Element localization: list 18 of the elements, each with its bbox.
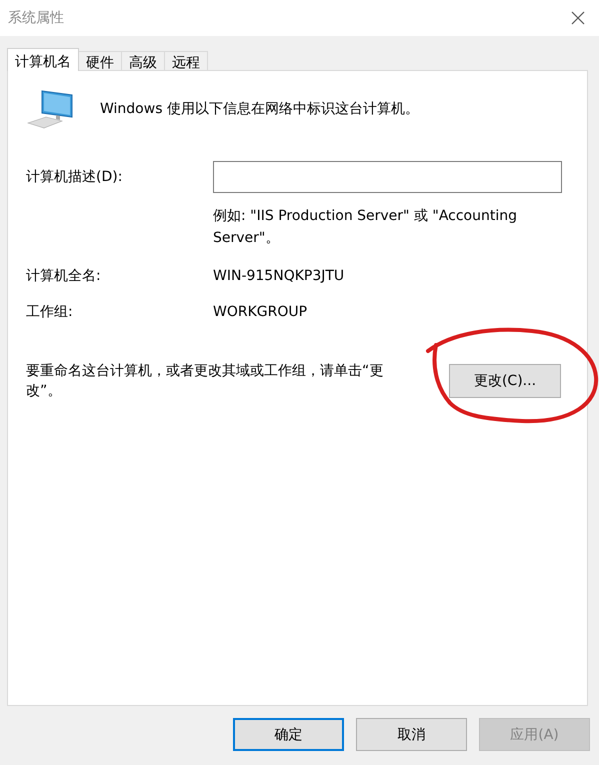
intro-text: Windows 使用以下信息在网络中标识这台计算机。: [100, 100, 419, 118]
rename-text: 要重命名这台计算机，或者更改其域或工作组，请单击“更改”。: [26, 362, 384, 401]
dialog-button[interactable]: 取消: [356, 718, 467, 751]
field-label: 计算机描述(D):: [26, 168, 124, 186]
close-icon[interactable]: [571, 11, 585, 25]
window-title: 系统属性: [8, 9, 64, 27]
dialog-button[interactable]: 确定: [233, 718, 344, 751]
tab[interactable]: 高级: [121, 51, 165, 70]
tab[interactable]: 计算机名: [7, 48, 79, 71]
description-field[interactable]: [213, 161, 562, 193]
computer-name: WIN-915NQKP3JTU: [213, 268, 346, 284]
tab[interactable]: 远程: [164, 51, 208, 70]
hint-text: 例如: "IIS Production Server" 或 "Accounting Server"。: [213, 207, 518, 248]
workgroup-name: WORKGROUP: [213, 304, 308, 320]
change-button[interactable]: 更改(C)...: [449, 364, 561, 398]
tab[interactable]: 硬件: [78, 51, 122, 70]
field-label: 计算机全名:: [26, 267, 102, 285]
field-label: 工作组:: [26, 303, 74, 321]
